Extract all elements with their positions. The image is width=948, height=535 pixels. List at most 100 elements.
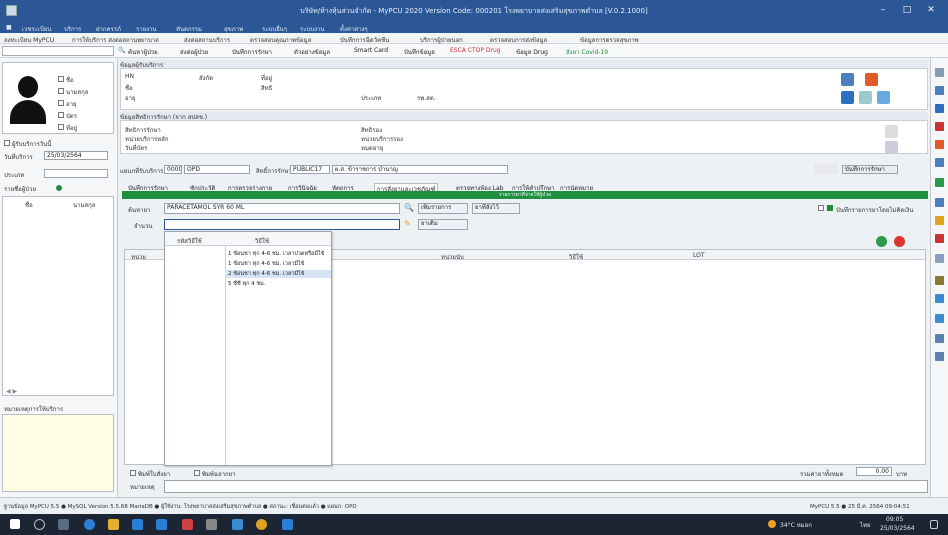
- usage-input[interactable]: [164, 219, 400, 230]
- queue-label: รายชื่อผู้ป่วย: [4, 186, 36, 193]
- toolbar-button[interactable]: ตัวอย่างข้อมูล: [294, 47, 330, 57]
- footer-note-input[interactable]: [164, 480, 928, 493]
- add-drug-button[interactable]: เพิ่มรายการ: [418, 203, 468, 214]
- clock-date[interactable]: 25/03/2564: [880, 525, 915, 532]
- toolbar-button[interactable]: ESCA CTOP Drug: [450, 47, 501, 54]
- visit-today-check[interactable]: [4, 140, 10, 146]
- grid-head: LOT: [693, 252, 705, 259]
- side-cross-icon[interactable]: [935, 198, 944, 207]
- info-icon[interactable]: [841, 91, 854, 104]
- rights-label: หมดอายุ: [361, 145, 384, 152]
- dept-code-input[interactable]: 00000: [164, 165, 182, 174]
- pttype-select[interactable]: ผ.ส. ข้าราชการ บำนาญ: [332, 165, 508, 174]
- print-rx-check[interactable]: [130, 470, 136, 476]
- mypcu-taskbar-icon[interactable]: [232, 519, 243, 530]
- toolbar-button[interactable]: ส่งต่อผู้ป่วย: [180, 47, 208, 57]
- hn-search-input[interactable]: [2, 46, 114, 56]
- side-info-icon[interactable]: [935, 314, 944, 323]
- save-visit-button[interactable]: บันทึกการรักษา: [842, 165, 898, 174]
- toolbar-button[interactable]: บันทึกการรักษา: [232, 47, 272, 57]
- side-filter-icon[interactable]: [935, 216, 944, 225]
- covid-button[interactable]: สั่งยา Covid-19: [566, 47, 608, 57]
- usage-dropdown[interactable]: รหัสวิธีใช้ วิธีใช้ 1 ช้อนชา ทุก 4-6 ชม.…: [164, 231, 332, 466]
- patient-queue-list[interactable]: ชื่อ นามสกุล: [2, 196, 114, 396]
- print-label-check[interactable]: [194, 470, 200, 476]
- chrome-icon[interactable]: [256, 519, 267, 530]
- toolbar-button[interactable]: บันทึกข้อมูล: [404, 47, 435, 57]
- dropdown-option[interactable]: 5 ซีซี ทุก 4 ชม.: [225, 280, 331, 288]
- type-select[interactable]: [44, 169, 108, 178]
- side-box-icon[interactable]: [935, 276, 944, 285]
- pdf-icon[interactable]: [865, 73, 878, 86]
- notification-icon[interactable]: [930, 520, 938, 529]
- old-drug-button[interactable]: ยาเดิม: [418, 219, 468, 230]
- list-scrollbar[interactable]: ◀ ▶: [6, 388, 17, 395]
- note-textarea[interactable]: [2, 414, 114, 492]
- mail-icon[interactable]: [156, 519, 167, 530]
- pttype-code-input[interactable]: PUBLIC17: [290, 165, 330, 174]
- app-icon-1[interactable]: [182, 519, 193, 530]
- side-image-icon[interactable]: [935, 294, 944, 303]
- toolbar-button[interactable]: ข้อมูล Drug: [516, 47, 548, 57]
- pencil-icon[interactable]: ✎: [404, 219, 411, 228]
- search-icon[interactable]: 🔍: [118, 47, 125, 54]
- filter-check[interactable]: [58, 88, 64, 94]
- filter-check[interactable]: [58, 76, 64, 82]
- side-pen-icon[interactable]: [935, 104, 944, 113]
- print-icon[interactable]: [841, 73, 854, 86]
- side-home-icon[interactable]: [935, 86, 944, 95]
- no-charge-check-green[interactable]: [827, 205, 833, 211]
- start-icon[interactable]: [10, 519, 20, 529]
- side-tool-icon[interactable]: [935, 158, 944, 167]
- minimize-button[interactable]: –: [874, 4, 892, 16]
- language-indicator[interactable]: ไทย: [860, 520, 871, 530]
- filter-label: นามสกุล: [66, 89, 89, 96]
- quick-links-bar: ลงทะเบียน MyPCU การให้บริการ ส่งต่อสถานพ…: [0, 33, 948, 44]
- dropdown-header: รหัสวิธีใช้ วิธีใช้: [165, 232, 331, 246]
- filter-check[interactable]: [58, 112, 64, 118]
- dropdown-option-selected[interactable]: 2 ช้อนชา ทุก 4-6 ชม. เวลามีไข้: [225, 270, 331, 278]
- toolbar-button[interactable]: ค้นหาผู้ป่วย: [128, 47, 158, 57]
- taskview-icon[interactable]: [58, 519, 69, 530]
- weather-text[interactable]: 34°C หมอก: [780, 520, 812, 530]
- edit-icon[interactable]: [877, 91, 890, 104]
- dept-select[interactable]: OPD: [184, 165, 250, 174]
- app-icon-2[interactable]: [206, 519, 217, 530]
- clock-time[interactable]: 09:05: [886, 516, 903, 523]
- maximize-button[interactable]: □: [898, 4, 916, 16]
- rights-sync-icon[interactable]: [885, 141, 898, 154]
- dropdown-option[interactable]: 1 ช้อนชา ทุก 4-6 ชม. เวลามีไข้: [225, 260, 331, 268]
- side-doc-icon[interactable]: [935, 234, 944, 243]
- drug-search-icon[interactable]: 🔍: [404, 203, 414, 212]
- app-icon-3[interactable]: [282, 519, 293, 530]
- filter-check[interactable]: [58, 100, 64, 106]
- rights-check-icon[interactable]: [885, 125, 898, 138]
- close-button[interactable]: ✕: [922, 4, 940, 16]
- taskbar-search-icon[interactable]: [34, 519, 45, 530]
- side-minus-icon[interactable]: [935, 68, 944, 77]
- add-row-icon[interactable]: [876, 236, 887, 247]
- smart-card-button[interactable]: Smart Card: [354, 47, 388, 54]
- dropdown-option[interactable]: 1 ช้อนชา ทุก 4-6 ชม. เวลาปวดหรือมีไข้: [225, 250, 331, 258]
- no-charge-check[interactable]: [818, 205, 824, 211]
- side-upload-icon[interactable]: [935, 334, 944, 343]
- edge-icon[interactable]: [84, 519, 95, 530]
- ordered-drugs-button[interactable]: ยาที่สั่งไว้: [472, 203, 520, 214]
- store-icon[interactable]: [132, 519, 143, 530]
- refresh-icon[interactable]: [859, 91, 872, 104]
- drug-search-input[interactable]: PARACETAMOL SYR 60 ML: [164, 203, 400, 214]
- window-title: บริษัท/ห้างหุ้นส่วนจำกัด - MyPCU 2020 Ve…: [300, 7, 648, 15]
- side-book-icon[interactable]: [935, 122, 944, 131]
- delete-row-icon[interactable]: [894, 236, 905, 247]
- title-bar: บริษัท/ห้างหุ้นส่วนจำกัด - MyPCU 2020 Ve…: [0, 0, 948, 22]
- explorer-icon[interactable]: [108, 519, 119, 530]
- side-chart-icon[interactable]: [935, 178, 944, 187]
- menu-icon[interactable]: ■: [6, 24, 12, 31]
- side-stats-icon[interactable]: [935, 352, 944, 361]
- back-arrow-icon[interactable]: [814, 164, 838, 174]
- side-user-icon[interactable]: [935, 254, 944, 263]
- visit-date-input[interactable]: 25/03/2564: [44, 151, 108, 160]
- drug-search-label: ค้นหายา: [128, 207, 151, 214]
- side-alert-icon[interactable]: [935, 140, 944, 149]
- filter-check[interactable]: [58, 124, 64, 130]
